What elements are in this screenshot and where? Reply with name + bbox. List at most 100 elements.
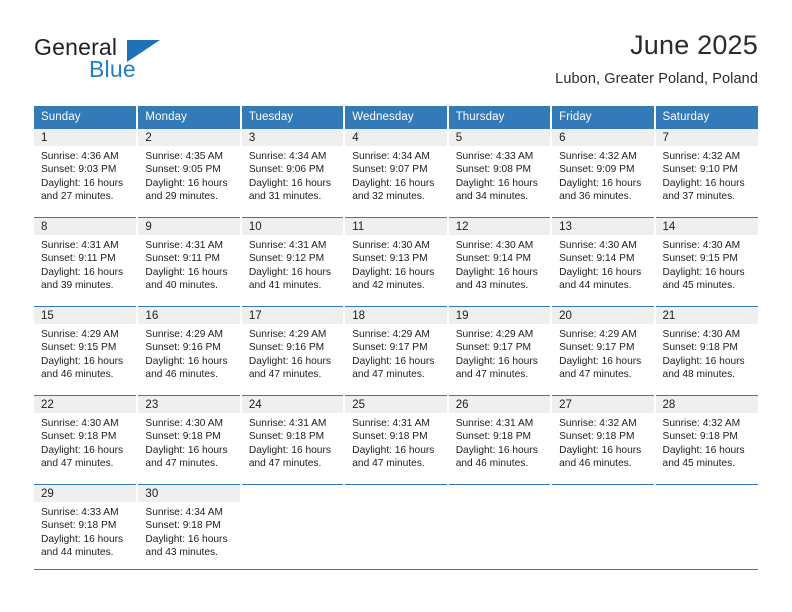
sunrise-time: Sunrise: 4:29 AM [41,329,119,340]
daylight-duration-line2: and 47 minutes. [41,458,114,470]
title-block: June 2025 Lubon, Greater Poland, Poland [238,28,758,90]
calendar-day-cell[interactable]: 17 Sunrise: 4:29 AM Sunset: 9:16 PM Dayligh… [240,306,346,396]
calendar-day-cell[interactable]: 27 Sunrise: 4:32 AM Sunset: 9:18 PM Dayligh… [551,395,656,485]
day-number: 12 [448,218,551,235]
calendar-day-cell[interactable]: 10 Sunrise: 4:31 AM Sunset: 9:12 PM Dayligh… [240,217,346,307]
sunrise-time: Sunrise: 4:29 AM [145,329,224,340]
daylight-duration-line2: and 43 minutes. [145,547,218,559]
calendar-day-cell[interactable]: 11 Sunrise: 4:30 AM Sunset: 9:13 PM Dayligh… [344,217,449,307]
calendar-day-cell[interactable]: 20 Sunrise: 4:29 AM Sunset: 9:17 PM Dayligh… [551,306,656,396]
calendar-day-cell[interactable]: 14 Sunrise: 4:30 AM Sunset: 9:15 PM Dayligh… [654,217,758,307]
daylight-duration-line1: Daylight: 16 hours [455,355,538,367]
daylight-duration-line1: Daylight: 16 hours [248,177,331,189]
sunset-time: Sunset: 9:17 PM [559,342,635,354]
calendar-day-cell[interactable]: 28 Sunrise: 4:32 AM Sunset: 9:18 PM Dayligh… [654,395,758,485]
sunset-time: Sunset: 9:18 PM [41,520,117,532]
sunrise-time: Sunrise: 4:31 AM [455,418,534,429]
calendar-day-cell[interactable]: 5 Sunrise: 4:33 AM Sunset: 9:08 PM Daylight… [447,128,553,218]
daylight-duration-line1: Daylight: 16 hours [662,177,745,189]
daylight-duration-line1: Daylight: 16 hours [248,266,331,278]
day-number [656,485,758,502]
daylight-duration-line2: and 36 minutes. [559,191,632,203]
calendar-cell-empty [654,484,758,571]
calendar-day-cell[interactable]: 25 Sunrise: 4:31 AM Sunset: 9:18 PM Dayligh… [344,395,449,485]
calendar-day-cell[interactable]: 7 Sunrise: 4:32 AM Sunset: 9:10 PM Daylight… [654,128,758,218]
day-number: 28 [655,396,758,413]
day-number: 4 [345,129,447,146]
sunset-time: Sunset: 9:15 PM [662,253,738,265]
daylight-duration-line2: and 46 minutes. [41,369,114,381]
day-details: Sunrise: 4:29 AM Sunset: 9:16 PM Daylight:… [242,324,343,382]
calendar-day-cell[interactable]: 29 Sunrise: 4:33 AM Sunset: 9:18 PM Dayligh… [34,484,139,571]
daylight-duration-line1: Daylight: 16 hours [559,266,642,278]
sunset-time: Sunset: 9:09 PM [559,164,635,176]
sunrise-time: Sunrise: 4:33 AM [455,151,534,162]
sunrise-time: Sunrise: 4:30 AM [455,240,534,251]
calendar-day-cell[interactable]: 3 Sunrise: 4:34 AM Sunset: 9:06 PM Daylight… [240,128,346,218]
sunrise-time: Sunrise: 4:31 AM [352,418,430,429]
calendar-day-cell[interactable]: 21 Sunrise: 4:30 AM Sunset: 9:18 PM Dayligh… [654,306,758,396]
calendar-day-cell[interactable]: 30 Sunrise: 4:34 AM Sunset: 9:18 PM Dayligh… [137,484,242,571]
calendar-day-cell[interactable]: 24 Sunrise: 4:31 AM Sunset: 9:18 PM Dayligh… [240,395,346,485]
sunrise-time: Sunrise: 4:34 AM [145,507,224,518]
sunset-time: Sunset: 9:03 PM [41,164,117,176]
calendar-day-cell[interactable]: 8 Sunrise: 4:31 AM Sunset: 9:11 PM Daylight… [34,217,139,307]
sunrise-time: Sunrise: 4:30 AM [662,329,741,340]
calendar-body: 1 Sunrise: 4:36 AM Sunset: 9:03 PM Daylight… [34,128,758,571]
daylight-duration-line1: Daylight: 16 hours [145,533,228,545]
calendar-day-cell[interactable]: 18 Sunrise: 4:29 AM Sunset: 9:17 PM Dayligh… [344,306,449,396]
daylight-duration-line2: and 48 minutes. [662,369,736,381]
calendar-day-cell[interactable]: 4 Sunrise: 4:34 AM Sunset: 9:07 PM Daylight… [344,128,449,218]
weekday-header-row: Sunday Monday Tuesday Wednesday Thursday Frid… [34,106,758,129]
daylight-duration-line2: and 34 minutes. [455,191,529,203]
daylight-duration-line2: and 47 minutes. [559,369,632,381]
daylight-duration-line1: Daylight: 16 hours [352,266,435,278]
daylight-duration-line2: and 47 minutes. [455,369,529,381]
location-subtitle: Lubon, Greater Poland, Poland [555,71,758,87]
day-number: 21 [655,307,758,324]
day-number: 10 [241,218,344,235]
daylight-duration-line2: and 46 minutes. [455,458,529,470]
daylight-duration-line2: and 44 minutes. [41,547,114,559]
calendar-day-cell[interactable]: 15 Sunrise: 4:29 AM Sunset: 9:15 PM Dayligh… [34,306,139,396]
daylight-duration-line1: Daylight: 16 hours [145,177,228,189]
day-number: 25 [345,396,447,413]
day-number: 7 [655,129,758,146]
general-blue-logo[interactable]: General Blue [34,34,204,90]
day-details: Sunrise: 4:35 AM Sunset: 9:05 PM Daylight:… [138,146,239,204]
sunset-time: Sunset: 9:08 PM [455,164,532,176]
sunset-time: Sunset: 9:16 PM [145,342,221,354]
day-number: 23 [138,396,240,413]
daylight-duration-line1: Daylight: 16 hours [41,177,124,189]
day-details: Sunrise: 4:31 AM Sunset: 9:18 PM Daylight:… [449,413,550,471]
calendar-day-cell[interactable]: 6 Sunrise: 4:32 AM Sunset: 9:09 PM Daylight… [551,128,656,218]
calendar-day-cell[interactable]: 26 Sunrise: 4:31 AM Sunset: 9:18 PM Dayligh… [447,395,553,485]
calendar-day-cell[interactable]: 19 Sunrise: 4:29 AM Sunset: 9:17 PM Dayligh… [447,306,553,396]
day-number: 26 [448,396,551,413]
daylight-duration-line2: and 47 minutes. [352,369,425,381]
sunset-time: Sunset: 9:10 PM [662,164,738,176]
daylight-duration-line1: Daylight: 16 hours [352,355,435,367]
calendar-day-cell[interactable]: 2 Sunrise: 4:35 AM Sunset: 9:05 PM Daylight… [137,128,242,218]
daylight-duration-line1: Daylight: 16 hours [559,355,642,367]
calendar-day-cell[interactable]: 9 Sunrise: 4:31 AM Sunset: 9:11 PM Daylight… [137,217,242,307]
calendar-day-cell[interactable]: 1 Sunrise: 4:36 AM Sunset: 9:03 PM Daylight… [34,128,139,218]
day-details: Sunrise: 4:30 AM Sunset: 9:18 PM Daylight:… [34,413,136,471]
day-details: Sunrise: 4:33 AM Sunset: 9:08 PM Daylight:… [449,146,550,204]
day-details: Sunrise: 4:34 AM Sunset: 9:06 PM Daylight:… [242,146,343,204]
weekday-header-wednesday: Wednesday [344,106,449,129]
sunrise-time: Sunrise: 4:30 AM [145,418,224,429]
calendar-day-cell[interactable]: 13 Sunrise: 4:30 AM Sunset: 9:14 PM Dayligh… [551,217,656,307]
daylight-duration-line1: Daylight: 16 hours [559,444,642,456]
calendar-day-cell[interactable]: 16 Sunrise: 4:29 AM Sunset: 9:16 PM Dayligh… [137,306,242,396]
day-number: 30 [138,485,240,502]
day-details: Sunrise: 4:36 AM Sunset: 9:03 PM Daylight:… [34,146,136,204]
calendar-day-cell[interactable]: 12 Sunrise: 4:30 AM Sunset: 9:14 PM Dayligh… [447,217,553,307]
day-details: Sunrise: 4:32 AM Sunset: 9:18 PM Daylight:… [552,413,653,471]
sunrise-time: Sunrise: 4:30 AM [559,240,637,251]
daylight-duration-line1: Daylight: 16 hours [248,355,331,367]
calendar-day-cell[interactable]: 22 Sunrise: 4:30 AM Sunset: 9:18 PM Dayligh… [34,395,139,485]
sunrise-time: Sunrise: 4:29 AM [559,329,637,340]
daylight-duration-line2: and 37 minutes. [662,191,736,203]
calendar-day-cell[interactable]: 23 Sunrise: 4:30 AM Sunset: 9:18 PM Dayligh… [137,395,242,485]
